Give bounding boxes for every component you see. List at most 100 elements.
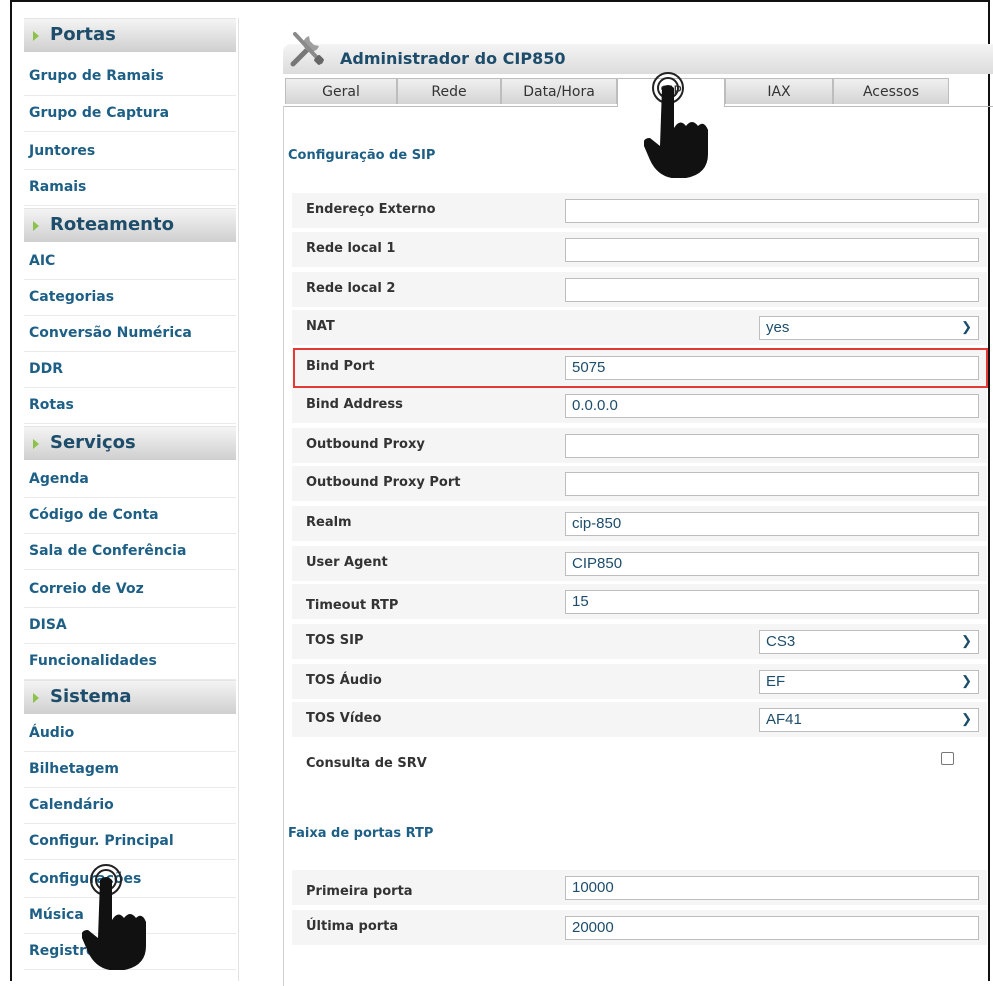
bind-port-highlight: [293, 348, 988, 388]
timeout-rtp-input[interactable]: 15: [565, 590, 979, 614]
sidebar-item-codigo-de-conta[interactable]: Código de Conta: [24, 498, 236, 534]
sidebar-item-label: Sala de Conferência: [29, 543, 187, 559]
tos-video-select[interactable]: AF41 ❯: [759, 708, 979, 732]
pointing-hand-icon: [82, 864, 146, 970]
rede-local-2-input[interactable]: [565, 278, 979, 302]
row-ultima-porta: Última porta 20000: [292, 910, 987, 946]
row-user-agent: User Agent CIP850: [292, 546, 987, 582]
select-value: EF: [766, 673, 786, 690]
rede-local-1-input[interactable]: [565, 238, 979, 262]
sidebar-item-grupo-de-captura[interactable]: Grupo de Captura: [24, 96, 236, 132]
ultima-porta-input[interactable]: 20000: [565, 916, 979, 940]
sidebar-item-label: DDR: [29, 361, 64, 377]
sidebar-item-correio-de-voz[interactable]: Correio de Voz: [24, 572, 236, 608]
user-agent-input[interactable]: CIP850: [565, 552, 979, 576]
field-label: Consulta de SRV: [306, 756, 427, 771]
row-outbound-proxy-port: Outbound Proxy Port: [292, 466, 987, 502]
sidebar-item-label: Grupo de Ramais: [29, 68, 164, 84]
sidebar: Portas Grupo de Ramais Grupo de Captura …: [24, 18, 239, 981]
field-label: Timeout RTP: [306, 598, 399, 613]
row-outbound-proxy: Outbound Proxy: [292, 428, 987, 464]
sidebar-item-label: Ramais: [29, 179, 87, 195]
row-tos-audio: TOS Áudio EF ❯: [292, 664, 987, 700]
field-label: Rede local 1: [306, 241, 396, 256]
field-label: Endereço Externo: [306, 202, 436, 217]
sidebar-section-roteamento[interactable]: Roteamento: [24, 208, 236, 242]
nat-select[interactable]: yes ❯: [759, 316, 979, 340]
row-endereco-externo: Endereço Externo: [292, 193, 987, 229]
sidebar-section-title: Roteamento: [50, 214, 174, 235]
sidebar-item-calendario[interactable]: Calendário: [24, 788, 236, 824]
main-panel: Administrador do CIP850 Geral Rede Data/…: [283, 26, 993, 986]
sidebar-section-title: Portas: [50, 24, 116, 45]
sidebar-item-configur-principal[interactable]: Configur. Principal: [24, 824, 236, 860]
field-label: TOS Áudio: [306, 673, 382, 688]
row-consulta-srv: Consulta de SRV: [292, 742, 987, 778]
row-rede-local-1: Rede local 1: [292, 232, 987, 268]
sidebar-item-conversao-numerica[interactable]: Conversão Numérica: [24, 316, 236, 352]
tab-bar: Geral Rede Data/Hora SIP IAX Acessos: [283, 78, 993, 107]
sidebar-section-portas[interactable]: Portas: [24, 18, 236, 52]
sidebar-item-label: Correio de Voz: [29, 581, 144, 597]
tab-acessos[interactable]: Acessos: [833, 78, 949, 104]
sidebar-item-label: Conversão Numérica: [29, 325, 192, 341]
chevron-down-icon: ❯: [961, 673, 972, 688]
tab-iax[interactable]: IAX: [725, 78, 833, 104]
sidebar-item-bilhetagem[interactable]: Bilhetagem: [24, 752, 236, 788]
tos-audio-select[interactable]: EF ❯: [759, 670, 979, 694]
sidebar-item-label: Funcionalidades: [29, 653, 157, 669]
sidebar-item-audio[interactable]: Áudio: [24, 716, 236, 752]
tab-rede[interactable]: Rede: [397, 78, 501, 104]
page-title: Administrador do CIP850: [340, 49, 566, 68]
sip-config-panel: Configuração de SIP Endereço Externo Red…: [283, 106, 993, 986]
sidebar-item-grupo-de-ramais[interactable]: Grupo de Ramais: [24, 60, 236, 96]
sidebar-section-title: Sistema: [50, 686, 132, 707]
chevron-down-icon: ❯: [961, 633, 972, 648]
sidebar-item-aic[interactable]: AIC: [24, 244, 236, 280]
field-label: Rede local 2: [306, 281, 396, 296]
sidebar-item-agenda[interactable]: Agenda: [24, 462, 236, 498]
pointing-hand-icon: [644, 72, 708, 178]
sidebar-item-label: Categorias: [29, 289, 115, 305]
field-label: NAT: [306, 319, 335, 334]
sidebar-item-label: Código de Conta: [29, 507, 159, 523]
row-rede-local-2: Rede local 2: [292, 272, 987, 308]
field-label: Outbound Proxy Port: [306, 475, 461, 490]
tos-sip-select[interactable]: CS3 ❯: [759, 630, 979, 654]
sidebar-item-juntores[interactable]: Juntores: [24, 134, 236, 170]
sidebar-item-label: DISA: [29, 617, 67, 633]
row-bind-address: Bind Address 0.0.0.0: [292, 388, 987, 424]
row-nat: NAT yes ❯: [292, 310, 987, 346]
sidebar-section-sistema[interactable]: Sistema: [24, 680, 236, 714]
field-label: User Agent: [306, 555, 388, 570]
tools-icon: [290, 32, 324, 67]
sidebar-item-categorias[interactable]: Categorias: [24, 280, 236, 316]
sidebar-item-disa[interactable]: DISA: [24, 608, 236, 644]
triangle-icon: [33, 693, 39, 703]
tab-geral[interactable]: Geral: [285, 78, 397, 104]
sidebar-item-label: Agenda: [29, 471, 89, 487]
sidebar-item-funcionalidades[interactable]: Funcionalidades: [24, 644, 236, 680]
tab-data-hora[interactable]: Data/Hora: [501, 78, 617, 104]
outbound-proxy-port-input[interactable]: [565, 472, 979, 496]
sidebar-item-ramais[interactable]: Ramais: [24, 170, 236, 206]
realm-input[interactable]: cip-850: [565, 512, 979, 536]
primeira-porta-input[interactable]: 10000: [565, 876, 979, 900]
sidebar-item-sala-de-conferencia[interactable]: Sala de Conferência: [24, 534, 236, 570]
sidebar-item-label: Bilhetagem: [29, 761, 119, 777]
sidebar-item-label: Música: [29, 907, 84, 923]
row-timeout-rtp: Timeout RTP 15: [292, 584, 987, 620]
row-primeira-porta: Primeira porta 10000: [292, 870, 987, 906]
sidebar-item-ddr[interactable]: DDR: [24, 352, 236, 388]
sidebar-item-label: Grupo de Captura: [29, 105, 170, 121]
section-title-sip: Configuração de SIP: [288, 148, 436, 163]
sidebar-section-servicos[interactable]: Serviços: [24, 426, 236, 460]
field-label: Outbound Proxy: [306, 437, 425, 452]
endereco-externo-input[interactable]: [565, 199, 979, 223]
bind-address-input[interactable]: 0.0.0.0: [565, 394, 979, 418]
consulta-srv-checkbox[interactable]: [941, 752, 954, 765]
sidebar-item-rotas[interactable]: Rotas: [24, 388, 236, 424]
sidebar-section-title: Serviços: [50, 432, 136, 453]
outbound-proxy-input[interactable]: [565, 434, 979, 458]
triangle-icon: [33, 31, 39, 41]
